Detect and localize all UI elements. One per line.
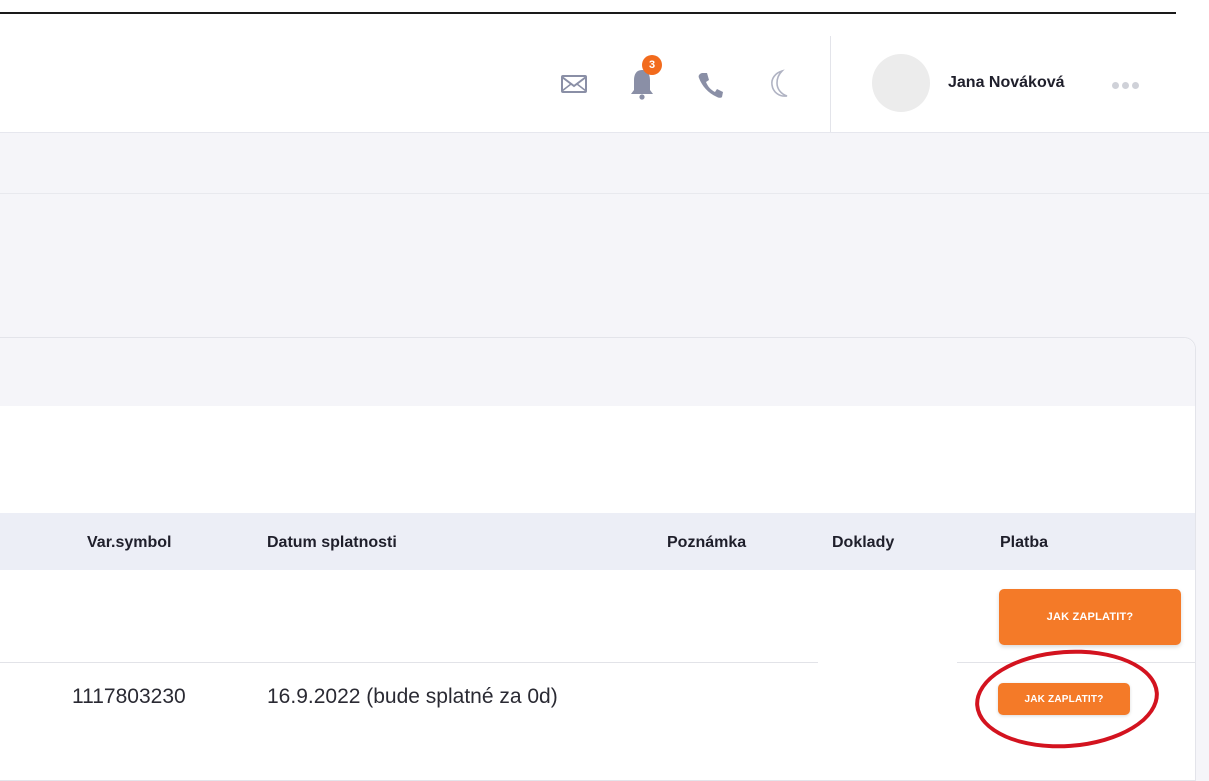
top-border-line <box>0 12 1176 14</box>
dot <box>1112 82 1119 89</box>
column-header-datum-splatnosti: Datum splatnosti <box>267 534 397 551</box>
how-to-pay-button[interactable]: JAK ZAPLATIT? <box>999 589 1181 645</box>
dot <box>1122 82 1129 89</box>
column-header-var-symbol: Var.symbol <box>87 534 172 551</box>
card-header <box>0 338 1195 406</box>
var-symbol-cell: 1117803230 <box>72 685 186 708</box>
due-date-cell: 16.9.2022 (bude splatné za 0d) <box>267 685 558 708</box>
moon-icon[interactable] <box>764 68 792 100</box>
phone-icon[interactable] <box>696 70 724 100</box>
header-vertical-divider <box>830 36 831 132</box>
mail-icon[interactable] <box>560 74 588 94</box>
subheader-band <box>0 133 1209 193</box>
row-divider <box>0 662 818 663</box>
column-header-doklady: Doklady <box>832 534 895 551</box>
user-name[interactable]: Jana Nováková <box>948 74 1065 92</box>
notification-badge: 3 <box>642 55 662 75</box>
column-header-poznamka: Poznámka <box>667 534 747 551</box>
more-icon[interactable] <box>1112 82 1139 89</box>
avatar[interactable] <box>872 54 930 112</box>
dot <box>1132 82 1139 89</box>
column-header-platba: Platba <box>1000 534 1049 551</box>
